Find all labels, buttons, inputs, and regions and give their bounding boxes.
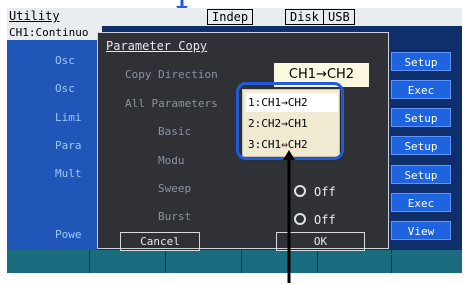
setup-button-1[interactable]: Setup bbox=[391, 52, 451, 71]
exec-button-1[interactable]: Exec bbox=[391, 80, 451, 99]
disk-indicator: Disk bbox=[285, 9, 324, 25]
sweep-label: Sweep bbox=[158, 182, 192, 195]
top-status-bar: Utility Indep Disk USB bbox=[7, 8, 462, 26]
cancel-button[interactable]: Cancel bbox=[120, 232, 200, 251]
left-label-osc-2: Osc bbox=[55, 82, 75, 95]
left-label-power: Powe bbox=[55, 228, 82, 241]
left-parameter-column: Osc Osc Limi Para Mult Powe bbox=[7, 40, 97, 250]
left-label-osc-1: Osc bbox=[55, 54, 75, 67]
indep-indicator: Indep bbox=[207, 9, 254, 25]
channel-status: CH1:Continuo bbox=[7, 26, 102, 40]
callout-arrow-bottom bbox=[283, 150, 295, 283]
softkey-divider bbox=[391, 250, 392, 273]
left-label-limit: Limi bbox=[55, 111, 82, 124]
usb-indicator: USB bbox=[323, 9, 355, 25]
softkey-divider bbox=[165, 250, 166, 273]
left-label-param: Para bbox=[55, 139, 82, 152]
view-button[interactable]: View bbox=[391, 221, 451, 240]
utility-title: Utility bbox=[9, 9, 60, 23]
modu-label: Modu bbox=[158, 154, 185, 167]
dialog-title: Parameter Copy bbox=[106, 39, 208, 53]
softkey-divider bbox=[89, 250, 90, 273]
sweep-radio[interactable] bbox=[294, 185, 306, 197]
sweep-value: Off bbox=[314, 185, 336, 199]
setup-button-2[interactable]: Setup bbox=[391, 108, 451, 127]
setup-button-3[interactable]: Setup bbox=[391, 136, 451, 155]
screen: Utility Indep Disk USB CH1:Continuo Osc … bbox=[7, 8, 462, 273]
softkey-divider bbox=[241, 250, 242, 273]
left-label-multi: Mult bbox=[55, 167, 82, 180]
callout-highlight-ring bbox=[236, 82, 344, 160]
softkey-divider bbox=[317, 250, 318, 273]
basic-label: Basic bbox=[158, 125, 192, 138]
exec-button-2[interactable]: Exec bbox=[391, 193, 451, 212]
setup-button-4[interactable]: Setup bbox=[391, 165, 451, 184]
burst-label: Burst bbox=[158, 210, 192, 223]
burst-radio[interactable] bbox=[294, 213, 306, 225]
all-parameters-label: All Parameters bbox=[125, 97, 218, 110]
copy-direction-label: Copy Direction bbox=[125, 68, 218, 81]
burst-value: Off bbox=[314, 213, 336, 227]
bottom-softkey-bar bbox=[7, 250, 462, 273]
